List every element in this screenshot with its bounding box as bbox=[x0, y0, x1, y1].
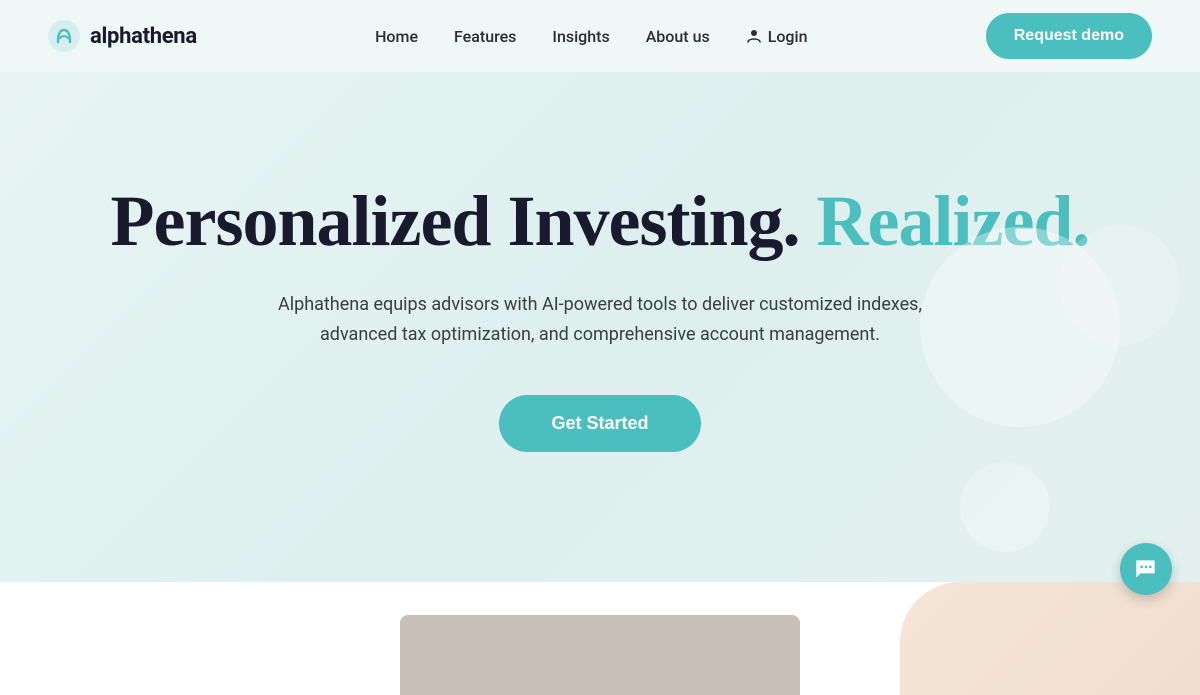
decorative-peach-blob bbox=[900, 582, 1200, 695]
hero-section: Personalized Investing. Realized. Alphat… bbox=[0, 72, 1200, 582]
alphathena-logo-icon bbox=[48, 20, 80, 52]
navbar: alphathena Home Features Insights About … bbox=[0, 0, 1200, 72]
hero-subtitle: Alphathena equips advisors with AI-power… bbox=[250, 290, 950, 351]
login-label: Login bbox=[768, 27, 808, 46]
login-link[interactable]: Login bbox=[746, 27, 808, 46]
nav-item-home[interactable]: Home bbox=[375, 27, 418, 46]
hero-title: Personalized Investing. Realized. bbox=[111, 182, 1090, 261]
get-started-button[interactable]: Get Started bbox=[499, 395, 700, 452]
logo[interactable]: alphathena bbox=[48, 20, 197, 52]
nav-link-features[interactable]: Features bbox=[454, 27, 516, 46]
chat-support-button[interactable] bbox=[1120, 543, 1172, 595]
nav-item-insights[interactable]: Insights bbox=[552, 27, 609, 46]
logo-text: alphathena bbox=[90, 24, 197, 49]
request-demo-button[interactable]: Request demo bbox=[986, 13, 1152, 59]
person-icon bbox=[746, 28, 762, 44]
nav-link-about[interactable]: About us bbox=[646, 27, 710, 46]
bottom-section bbox=[0, 582, 1200, 695]
nav-links: Home Features Insights About us Login bbox=[375, 27, 807, 46]
nav-item-login[interactable]: Login bbox=[746, 27, 808, 46]
decorative-circle-3 bbox=[960, 462, 1050, 552]
decorative-circle-2 bbox=[1060, 225, 1180, 345]
nav-item-features[interactable]: Features bbox=[454, 27, 516, 46]
nav-link-home[interactable]: Home bbox=[375, 27, 418, 46]
hero-title-main: Personalized Investing. bbox=[111, 181, 800, 261]
chat-icon bbox=[1133, 556, 1159, 582]
nav-item-about[interactable]: About us bbox=[646, 27, 710, 46]
bottom-image bbox=[400, 615, 800, 695]
nav-link-insights[interactable]: Insights bbox=[552, 27, 609, 46]
